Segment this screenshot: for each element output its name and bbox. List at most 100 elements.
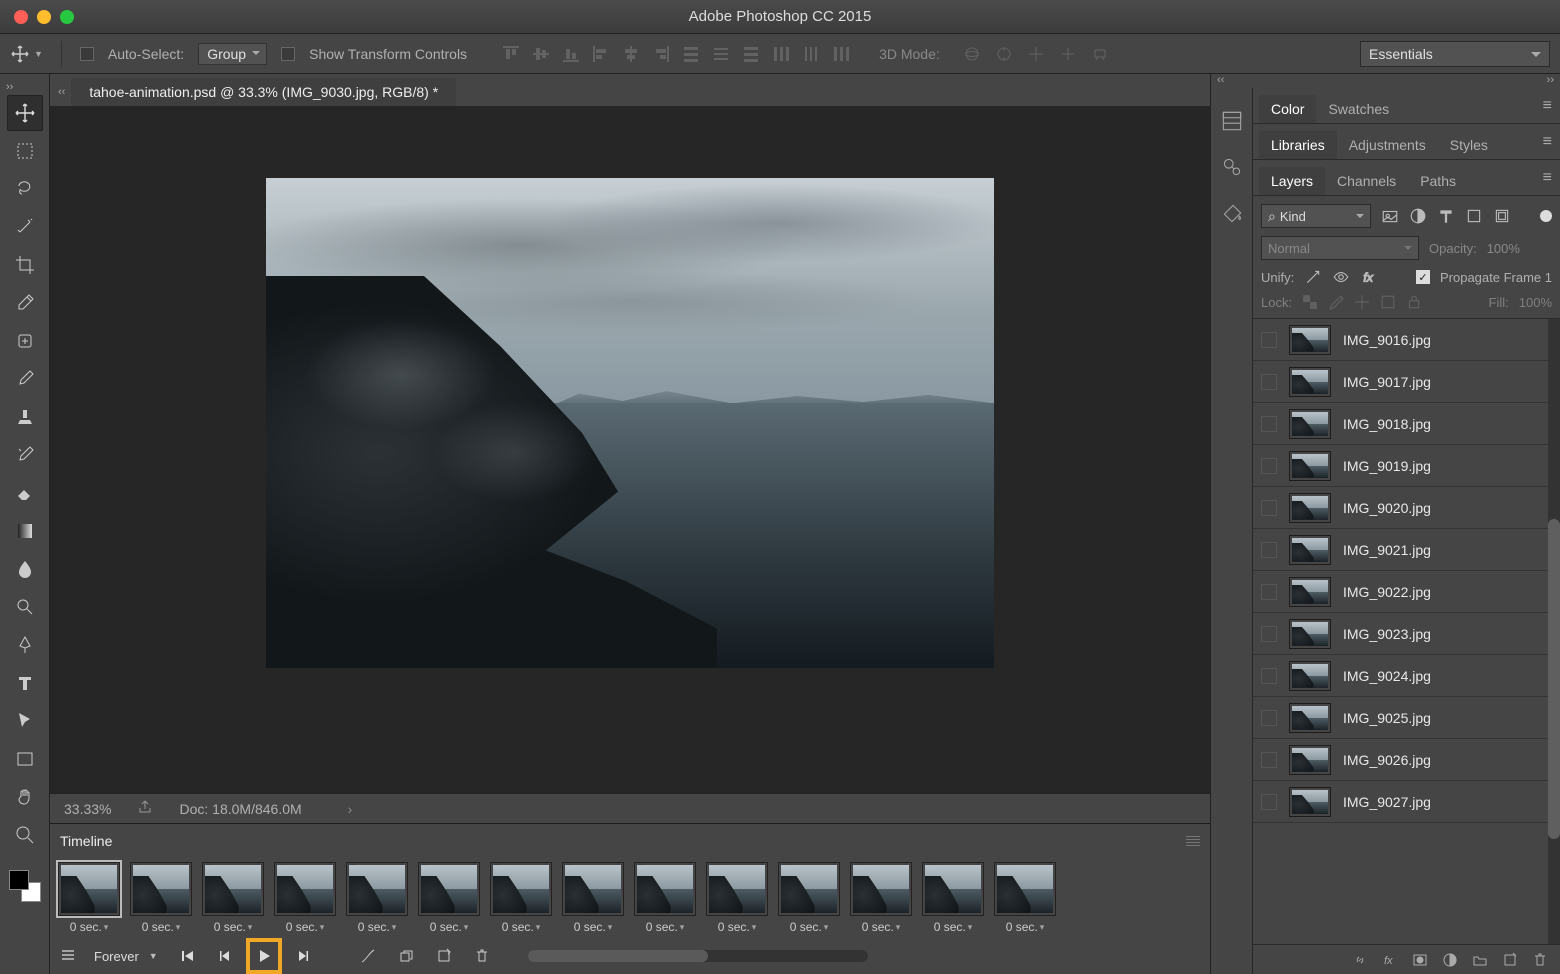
document-tab[interactable]: tahoe-animation.psd @ 33.3% (IMG_9030.jp… [71, 78, 456, 106]
align-vmiddle-icon[interactable] [531, 44, 551, 64]
layer-name[interactable]: IMG_9024.jpg [1343, 668, 1431, 684]
frame-delay-dropdown[interactable]: 0 sec.▾ [502, 920, 541, 934]
layer-row[interactable]: IMG_9026.jpg [1253, 739, 1548, 781]
layer-row[interactable]: IMG_9027.jpg [1253, 781, 1548, 823]
window-close-button[interactable] [14, 10, 28, 24]
dodge-tool[interactable] [7, 589, 43, 625]
layer-visibility-toggle[interactable] [1261, 500, 1277, 516]
layer-name[interactable]: IMG_9021.jpg [1343, 542, 1431, 558]
status-flyout-icon[interactable]: › [348, 801, 353, 817]
timeline-frame[interactable]: 140 sec.▾ [994, 862, 1056, 934]
distribute-hcenter-icon[interactable] [801, 44, 821, 64]
filter-toggle-switch[interactable] [1540, 210, 1552, 222]
move-tool-indicator[interactable]: ▼ [10, 44, 43, 64]
3d-pan-icon[interactable] [1026, 44, 1046, 64]
lock-all-icon[interactable] [1406, 294, 1422, 310]
opacity-value[interactable]: 100% [1487, 241, 1520, 256]
layer-thumbnail[interactable] [1289, 409, 1331, 439]
lock-transparency-icon[interactable] [1302, 294, 1318, 310]
panel-tab-swatches[interactable]: Swatches [1316, 95, 1401, 123]
blur-tool[interactable] [7, 551, 43, 587]
timeline-frame[interactable]: 30 sec.▾ [202, 862, 264, 934]
propagate-frame-checkbox[interactable]: ✓ [1416, 270, 1430, 284]
timeline-scrollbar[interactable] [528, 950, 868, 962]
distribute-bottom-icon[interactable] [741, 44, 761, 64]
layer-row[interactable]: IMG_9018.jpg [1253, 403, 1548, 445]
3d-zoom-icon[interactable] [1090, 44, 1110, 64]
frame-delay-dropdown[interactable]: 0 sec.▾ [862, 920, 901, 934]
panel-tab-layers[interactable]: Layers [1259, 167, 1325, 195]
timeline-frame[interactable]: 40 sec.▾ [274, 862, 336, 934]
unify-style-icon[interactable]: fx [1360, 268, 1378, 286]
layer-name[interactable]: IMG_9016.jpg [1343, 332, 1431, 348]
loop-mode-dropdown[interactable]: Forever▼ [90, 947, 162, 966]
toolbar-collapse-toggle[interactable]: ›› [0, 80, 49, 94]
frame-delay-dropdown[interactable]: 0 sec.▾ [214, 920, 253, 934]
align-left-icon[interactable] [591, 44, 611, 64]
frame-delay-dropdown[interactable]: 0 sec.▾ [790, 920, 829, 934]
panel-menu-icon[interactable]: ≡ [1543, 133, 1552, 151]
show-transform-checkbox[interactable] [281, 47, 295, 61]
canvas-area[interactable] [50, 106, 1210, 793]
marquee-tool[interactable] [7, 133, 43, 169]
layer-visibility-toggle[interactable] [1261, 752, 1277, 768]
timeline-frame[interactable]: 50 sec.▾ [346, 862, 408, 934]
magic-wand-tool[interactable] [7, 209, 43, 245]
layer-name[interactable]: IMG_9027.jpg [1343, 794, 1431, 810]
move-tool[interactable] [7, 95, 43, 131]
frame-delay-dropdown[interactable]: 0 sec.▾ [358, 920, 397, 934]
frame-delay-dropdown[interactable]: 0 sec.▾ [430, 920, 469, 934]
timeline-options-icon[interactable] [60, 947, 76, 966]
panel-tab-channels[interactable]: Channels [1325, 167, 1408, 195]
frame-delay-dropdown[interactable]: 0 sec.▾ [1006, 920, 1045, 934]
first-frame-button[interactable] [176, 944, 200, 968]
layer-row[interactable]: IMG_9023.jpg [1253, 613, 1548, 655]
frame-delay-dropdown[interactable]: 0 sec.▾ [70, 920, 109, 934]
layer-row[interactable]: IMG_9017.jpg [1253, 361, 1548, 403]
auto-select-checkbox[interactable] [80, 47, 94, 61]
link-layers-icon[interactable] [1352, 952, 1368, 968]
zoom-tool[interactable] [7, 817, 43, 853]
new-layer-icon[interactable] [1502, 952, 1518, 968]
window-minimize-button[interactable] [37, 10, 51, 24]
layer-visibility-toggle[interactable] [1261, 584, 1277, 600]
align-right-icon[interactable] [651, 44, 671, 64]
filter-type-icon[interactable] [1437, 207, 1455, 225]
panel-tab-styles[interactable]: Styles [1438, 131, 1500, 159]
layer-visibility-toggle[interactable] [1261, 542, 1277, 558]
layer-style-icon[interactable]: fx [1382, 952, 1398, 968]
eraser-tool[interactable] [7, 475, 43, 511]
brush-tool[interactable] [7, 361, 43, 397]
panel-tab-libraries[interactable]: Libraries [1259, 131, 1337, 159]
lasso-tool[interactable] [7, 171, 43, 207]
layer-visibility-toggle[interactable] [1261, 668, 1277, 684]
layer-row[interactable]: IMG_9016.jpg [1253, 319, 1548, 361]
next-frame-button[interactable] [290, 944, 314, 968]
layer-visibility-toggle[interactable] [1261, 794, 1277, 810]
3d-slide-icon[interactable] [1058, 44, 1078, 64]
panel-tab-paths[interactable]: Paths [1408, 167, 1468, 195]
layer-thumbnail[interactable] [1289, 619, 1331, 649]
distribute-right-icon[interactable] [831, 44, 851, 64]
hand-tool[interactable] [7, 779, 43, 815]
timeline-frame[interactable]: 60 sec.▾ [418, 862, 480, 934]
doc-size-info[interactable]: Doc: 18.0M/846.0M [179, 801, 301, 817]
delete-frame-button[interactable] [470, 944, 494, 968]
frame-delay-dropdown[interactable]: 0 sec.▾ [286, 920, 325, 934]
blend-mode-dropdown[interactable]: Normal [1261, 236, 1419, 260]
layer-group-icon[interactable] [1472, 952, 1488, 968]
prev-frame-button[interactable] [214, 944, 238, 968]
paint-bucket-panel-icon[interactable] [1219, 200, 1245, 226]
layer-thumbnail[interactable] [1289, 535, 1331, 565]
distribute-top-icon[interactable] [681, 44, 701, 64]
layer-row[interactable]: IMG_9019.jpg [1253, 445, 1548, 487]
clone-stamp-tool[interactable] [7, 399, 43, 435]
layer-row[interactable]: IMG_9025.jpg [1253, 697, 1548, 739]
crop-tool[interactable] [7, 247, 43, 283]
collapsed-dock-toggle[interactable]: ‹‹ [1217, 74, 1224, 88]
layer-thumbnail[interactable] [1289, 703, 1331, 733]
3d-orbit-icon[interactable] [962, 44, 982, 64]
timeline-panel-menu-icon[interactable] [1186, 836, 1200, 846]
fill-value[interactable]: 100% [1519, 295, 1552, 310]
filter-smartobject-icon[interactable] [1493, 207, 1511, 225]
